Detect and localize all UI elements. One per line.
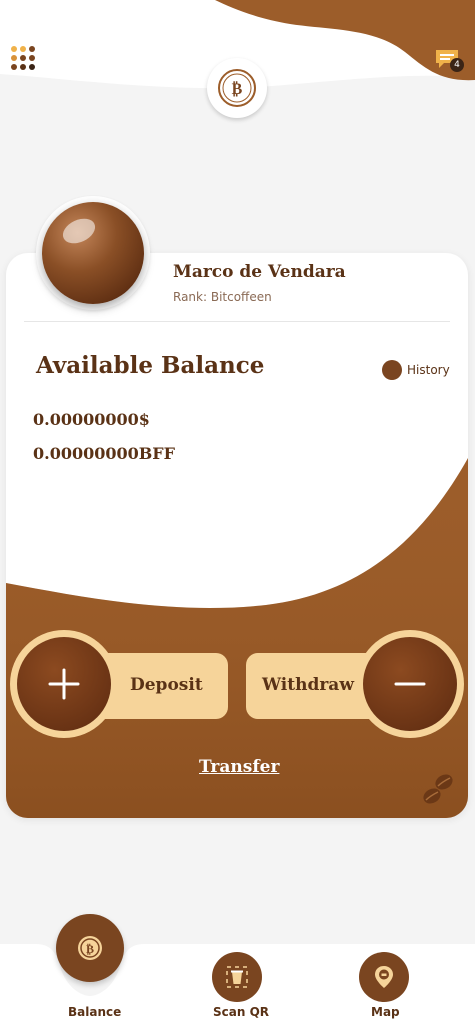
nav-balance-label[interactable]: Balance: [68, 1005, 121, 1019]
history-link[interactable]: History: [382, 360, 450, 380]
user-rank: Rank: Bitcoffeen: [173, 290, 272, 304]
deposit-label[interactable]: Deposit: [130, 675, 203, 695]
svg-text:₿: ₿: [86, 942, 94, 956]
withdraw-label[interactable]: Withdraw: [262, 675, 354, 695]
coffee-beans-icon: [416, 768, 458, 810]
history-label: History: [407, 363, 450, 377]
balance-coin-icon: ₿: [78, 936, 102, 960]
divider: [24, 321, 450, 322]
chat-badge: 4: [450, 58, 464, 72]
balance-bff: 0.00000000BFF: [33, 444, 176, 463]
map-pin-icon: [375, 966, 393, 988]
plus-icon[interactable]: [17, 637, 111, 731]
minus-icon[interactable]: [363, 637, 457, 731]
grid-menu-icon[interactable]: [10, 45, 40, 75]
nav-scan-button[interactable]: [212, 952, 262, 1002]
svg-text:₿: ₿: [232, 79, 243, 98]
nav-balance-button[interactable]: ₿: [56, 914, 124, 982]
history-icon: [382, 360, 402, 380]
app-logo: ₿: [207, 58, 267, 118]
balance-title: Available Balance: [36, 352, 265, 379]
bitcoffeen-logo-icon: ₿: [218, 69, 256, 107]
nav-scan-label[interactable]: Scan QR: [213, 1005, 269, 1019]
transfer-link[interactable]: Transfer: [199, 757, 279, 777]
coffee-cup-icon: [226, 966, 248, 988]
nav-map-label[interactable]: Map: [371, 1005, 400, 1019]
balance-usd: 0.00000000$: [33, 410, 150, 429]
user-name: Marco de Vendara: [173, 262, 346, 282]
avatar[interactable]: [42, 202, 144, 304]
nav-map-button[interactable]: [359, 952, 409, 1002]
